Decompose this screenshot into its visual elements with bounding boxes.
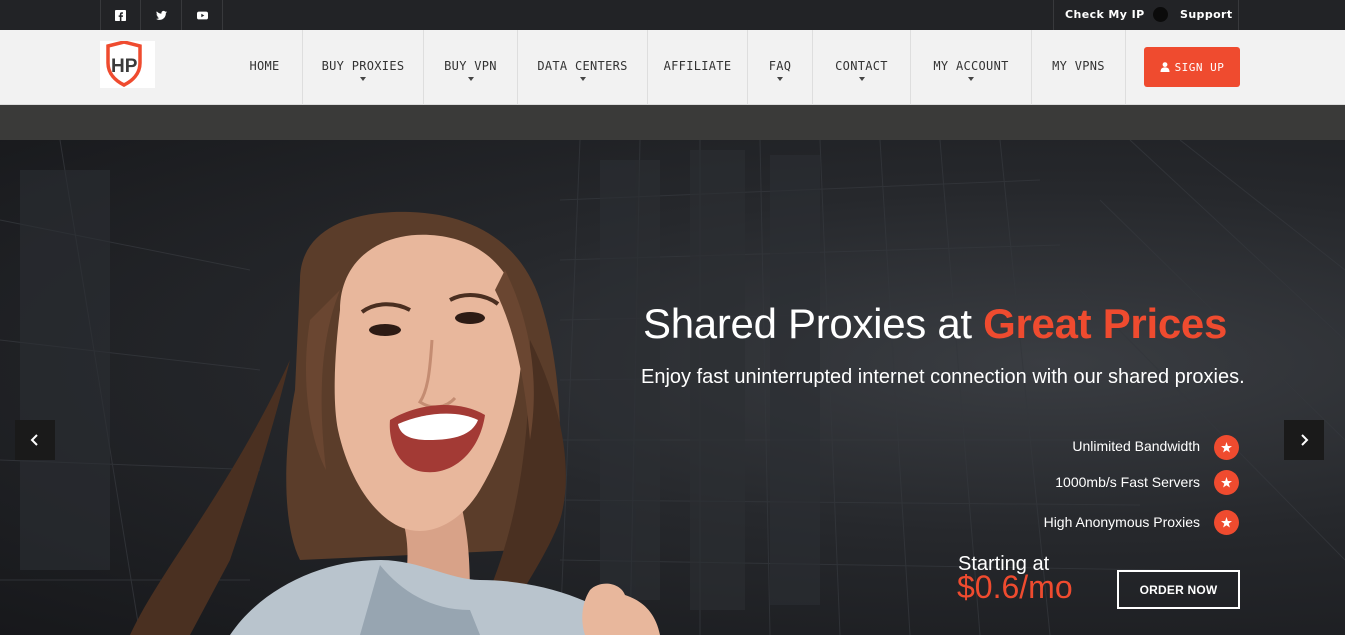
main-nav: HP HOME BUY PROXIES BUY VPN DATA CENTERS… (0, 30, 1345, 105)
support-link[interactable]: Support (1180, 0, 1233, 30)
nav-my-vpns[interactable]: MY VPNS (1032, 30, 1126, 105)
top-divider (1053, 0, 1054, 30)
nav-label: MY ACCOUNT (933, 59, 1009, 73)
star-icon (1214, 435, 1239, 460)
facebook-icon (115, 9, 126, 21)
facebook-link[interactable] (100, 0, 141, 30)
headline-accent: Great Prices (983, 300, 1228, 347)
nav-buy-proxies[interactable]: BUY PROXIES (303, 30, 424, 105)
nav-affiliate[interactable]: AFFILIATE (648, 30, 748, 105)
support-icon (1153, 7, 1168, 22)
hero-slider: Shared Proxies at Great Prices Enjoy fas… (0, 140, 1345, 635)
nav-contact[interactable]: CONTACT (813, 30, 911, 105)
youtube-link[interactable] (182, 0, 223, 30)
twitter-link[interactable] (141, 0, 182, 30)
feature-item: High Anonymous Proxies (1043, 514, 1200, 530)
chevron-right-icon (1301, 434, 1309, 446)
slider-prev-button[interactable] (15, 420, 55, 460)
nav-my-account[interactable]: MY ACCOUNT (911, 30, 1032, 105)
nav-faq[interactable]: FAQ (748, 30, 813, 105)
nav-buy-vpn[interactable]: BUY VPN (424, 30, 518, 105)
shield-logo-icon: HP (106, 40, 142, 87)
user-icon (1160, 62, 1170, 72)
sign-up-label: SIGN UP (1174, 60, 1225, 74)
nav-label: DATA CENTERS (537, 59, 628, 73)
nav-label: AFFILIATE (663, 59, 732, 73)
nav-data-centers[interactable]: DATA CENTERS (518, 30, 648, 105)
caret-down-icon (360, 77, 366, 81)
slider-next-button[interactable] (1284, 420, 1324, 460)
hp-logo[interactable]: HP (100, 40, 155, 88)
caret-down-icon (858, 77, 865, 81)
chevron-left-icon (30, 434, 38, 446)
feature-item: 1000mb/s Fast Servers (1055, 474, 1200, 490)
logo-text: HP (111, 56, 138, 77)
nav-label: FAQ (768, 59, 792, 73)
nav-home[interactable]: HOME (227, 30, 303, 105)
caret-down-icon (579, 77, 586, 81)
order-now-button[interactable]: ORDER NOW (1117, 570, 1240, 609)
feature-item: Unlimited Bandwidth (1072, 438, 1200, 454)
header-stripe (0, 105, 1345, 140)
nav-label: HOME (249, 59, 280, 73)
nav-label: BUY PROXIES (321, 59, 405, 73)
headline-main: Shared Proxies at (643, 300, 984, 347)
check-my-ip-link[interactable]: Check My IP (1065, 0, 1145, 30)
twitter-icon (155, 10, 167, 20)
caret-down-icon (777, 77, 783, 81)
sign-up-button[interactable]: SIGN UP (1144, 47, 1240, 87)
caret-down-icon (968, 77, 974, 81)
hero-headline: Shared Proxies at Great Prices (643, 300, 1227, 348)
star-icon (1214, 470, 1239, 495)
price-label: $0.6/mo (957, 569, 1073, 605)
top-bar: Check My IP Support (0, 0, 1345, 30)
top-divider (1238, 0, 1239, 30)
caret-down-icon (467, 77, 474, 81)
hero-subline: Enjoy fast uninterrupted internet connec… (641, 366, 1245, 388)
youtube-icon (196, 11, 208, 19)
nav-label: CONTACT (835, 59, 888, 73)
smiling-woman-image (130, 211, 660, 635)
nav-label: BUY VPN (444, 59, 497, 73)
nav-label: MY VPNS (1052, 59, 1105, 73)
star-icon (1214, 510, 1239, 535)
